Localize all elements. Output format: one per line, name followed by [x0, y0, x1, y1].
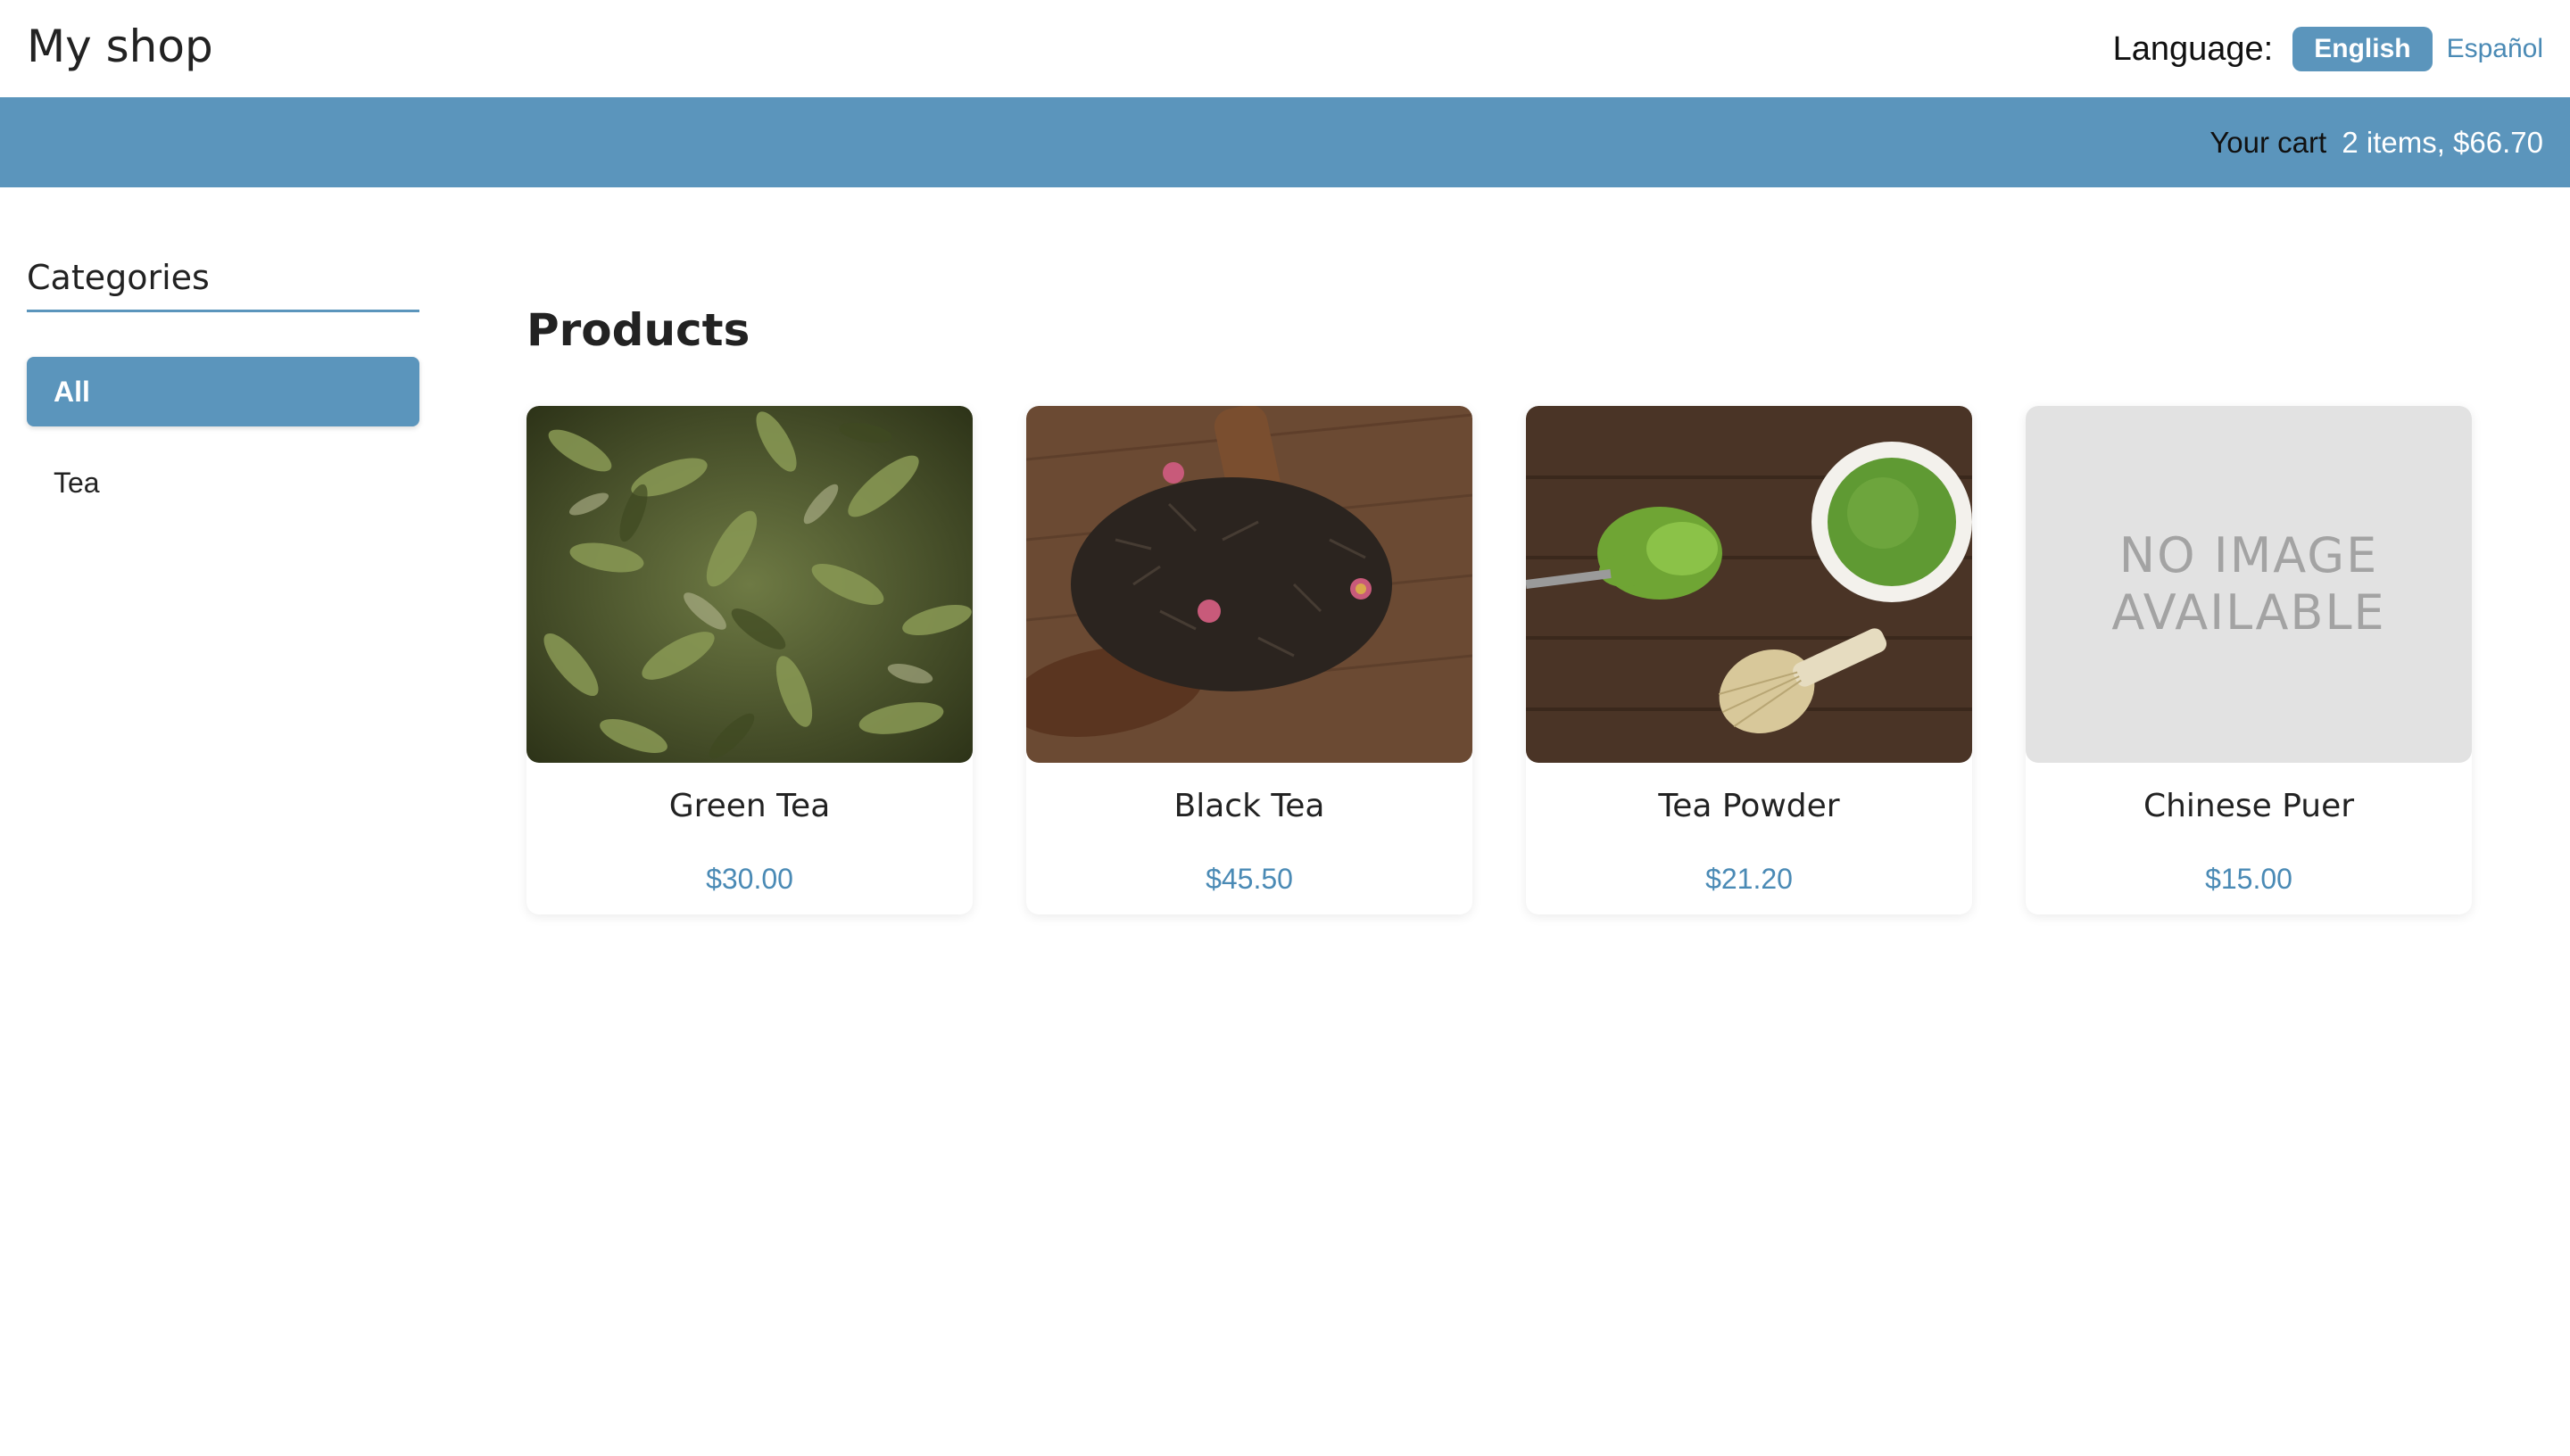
product-card-green-tea[interactable]: Green Tea $30.00 [526, 406, 973, 914]
product-card-black-tea[interactable]: Black Tea $45.50 [1026, 406, 1472, 914]
site-header: My shop Language: English Español [0, 0, 2570, 98]
product-name[interactable]: Green Tea [526, 786, 973, 827]
cart-bar: Your cart 2 items, $66.70 [0, 97, 2570, 187]
product-name[interactable]: Tea Powder [1526, 786, 1972, 827]
products-section: Products Green Tea $30.00 Black Tea $45.… [526, 294, 2525, 914]
product-image-placeholder[interactable]: NO IMAGE AVAILABLE [2026, 406, 2472, 763]
product-card-tea-powder[interactable]: Tea Powder $21.20 [1526, 406, 1972, 914]
product-name[interactable]: Black Tea [1026, 786, 1472, 827]
language-switcher: Language: English Español [2113, 25, 2543, 73]
products-heading: Products [526, 304, 750, 356]
product-price: $45.50 [1206, 863, 1293, 895]
category-item-all[interactable]: All [27, 357, 419, 426]
product-name[interactable]: Chinese Puer [2026, 786, 2472, 827]
categories-heading: Categories [27, 250, 419, 312]
no-image-text-line1: NO IMAGE [2118, 527, 2379, 583]
product-card-chinese-puer[interactable]: NO IMAGE AVAILABLE Chinese Puer $15.00 [2026, 406, 2472, 914]
cart-label: Your cart [2209, 126, 2327, 159]
product-image-tea-powder[interactable] [1526, 406, 1972, 763]
product-price: $15.00 [2205, 863, 2292, 895]
product-image-black-tea[interactable] [1026, 406, 1472, 763]
product-price: $21.20 [1705, 863, 1793, 895]
no-image-text-line2: AVAILABLE [2111, 584, 2386, 641]
language-english-button[interactable]: English [2292, 27, 2433, 71]
category-list: All Tea [27, 357, 419, 517]
language-espanol-link[interactable]: Español [2447, 27, 2543, 71]
categories-sidebar: Categories All Tea [27, 250, 419, 539]
product-grid: Green Tea $30.00 Black Tea $45.50 Tea Po… [526, 406, 2472, 914]
product-price: $30.00 [706, 863, 793, 895]
cart-info: Your cart 2 items, $66.70 [2209, 97, 2543, 187]
shop-title-link[interactable]: My shop [27, 18, 213, 75]
category-item-tea[interactable]: Tea [27, 448, 419, 517]
product-image-green-tea[interactable] [526, 406, 973, 763]
language-label: Language: [2112, 29, 2274, 68]
cart-summary-link[interactable]: 2 items, $66.70 [2342, 126, 2543, 159]
no-image-placeholder: NO IMAGE AVAILABLE [2026, 406, 2472, 763]
